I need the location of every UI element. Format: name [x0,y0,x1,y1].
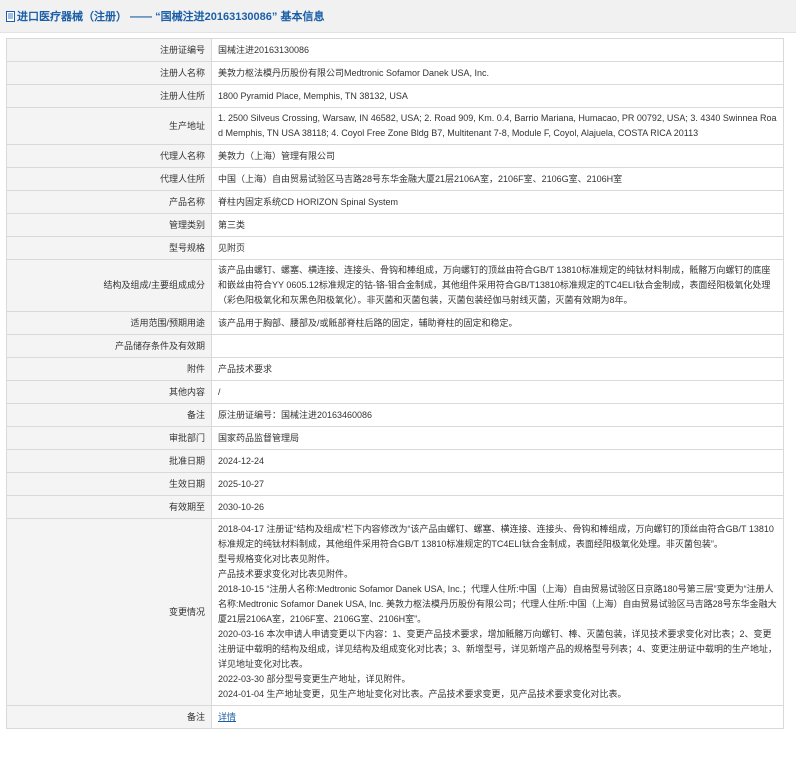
table-row: 其他内容 / [6,380,784,404]
document-icon [6,10,15,22]
field-label: 审批部门 [6,426,212,450]
field-label: 备注 [6,705,212,729]
table-row: 产品名称 脊柱内固定系统CD HORIZON Spinal System [6,190,784,214]
field-value: 1800 Pyramid Place, Memphis, TN 38132, U… [211,84,784,108]
field-label: 型号规格 [6,236,212,260]
field-value: 国械注进20163130086 [211,38,784,62]
field-value: 该产品由螺钉、螺塞、横连接、连接头、骨钩和棒组成，万向螺钉的顶丝由符合GB/T … [211,259,784,312]
field-label: 生产地址 [6,107,212,145]
field-value: 该产品用于胸部、腰部及/或骶部脊柱后路的固定，辅助脊柱的固定和稳定。 [211,311,784,335]
field-value: 2030-10-26 [211,495,784,519]
field-value: 2024-12-24 [211,449,784,473]
table-row: 型号规格 见附页 [6,236,784,260]
field-label: 结构及组成/主要组成成分 [6,259,212,312]
table-row: 注册人名称 美敦力枢法模丹历股份有限公司Medtronic Sofamor Dan… [6,61,784,85]
changes-row: 变更情况 2018-04-17 注册证“结构及组成”栏下内容修改为“该产品由螺钉… [6,518,784,706]
table-row: 生效日期 2025-10-27 [6,472,784,496]
changes-value: 2018-04-17 注册证“结构及组成”栏下内容修改为“该产品由螺钉、螺塞、横… [211,518,784,706]
change-entry: 产品技术要求变化对比表见附件。 [218,569,354,579]
field-label: 代理人名称 [6,144,212,168]
details-link[interactable]: 详情 [218,712,236,722]
change-entry: 2018-04-17 注册证“结构及组成”栏下内容修改为“该产品由螺钉、螺塞、横… [218,524,774,549]
field-value: 国家药品监督管理局 [211,426,784,450]
change-entry: 2022-03-30 部分型号变更生产地址，详见附件。 [218,674,411,684]
field-value: 详情 [211,705,784,729]
field-value: 美敦力（上海）管理有限公司 [211,144,784,168]
field-value: 1. 2500 Silveus Crossing, Warsaw, IN 465… [211,107,784,145]
change-entry: 2018-10-15 “注册人名称:Medtronic Sofamor Dane… [218,584,777,624]
table-row: 代理人名称 美敦力（上海）管理有限公司 [6,144,784,168]
table-row: 审批部门 国家药品监督管理局 [6,426,784,450]
table-row: 备注 原注册证编号：国械注进20163460086 [6,403,784,427]
table-row: 生产地址 1. 2500 Silveus Crossing, Warsaw, IN… [6,107,784,145]
field-label: 附件 [6,357,212,381]
table-row: 有效期至 2030-10-26 [6,495,784,519]
field-label: 注册人住所 [6,84,212,108]
field-label: 代理人住所 [6,167,212,191]
table-row: 注册证编号 国械注进20163130086 [6,38,784,62]
info-table: 注册证编号 国械注进20163130086 注册人名称 美敦力枢法模丹历股份有限公司… [6,38,784,729]
field-label: 注册人名称 [6,61,212,85]
field-label: 其他内容 [6,380,212,404]
change-entry: 2024-01-04 生产地址变更，见生产地址变化对比表。产品技术要求变更，见产… [218,689,627,699]
field-value: 脊柱内固定系统CD HORIZON Spinal System [211,190,784,214]
table-row: 结构及组成/主要组成成分 该产品由螺钉、螺塞、横连接、连接头、骨钩和棒组成，万向螺… [6,259,784,312]
field-value: 中国（上海）自由贸易试验区马吉路28号东华金融大厦21层2106A室，2106F… [211,167,784,191]
change-entry: 2020-03-16 本次申请人申请变更以下内容：1、变更产品技术要求，增加骶髂… [218,629,778,669]
field-value: 美敦力枢法模丹历股份有限公司Medtronic Sofamor Danek US… [211,61,784,85]
changes-label: 变更情况 [6,518,212,706]
field-value: / [211,380,784,404]
field-label: 批准日期 [6,449,212,473]
field-value: 原注册证编号：国械注进20163460086 [211,403,784,427]
field-label: 注册证编号 [6,38,212,62]
table-row: 备注 详情 [6,705,784,729]
field-label: 产品名称 [6,190,212,214]
table-row: 适用范围/预期用途 该产品用于胸部、腰部及/或骶部脊柱后路的固定，辅助脊柱的固定和… [6,311,784,335]
field-value [211,334,784,358]
field-label: 有效期至 [6,495,212,519]
table-row: 管理类别 第三类 [6,213,784,237]
field-label: 生效日期 [6,472,212,496]
field-value: 2025-10-27 [211,472,784,496]
field-value: 第三类 [211,213,784,237]
field-label: 备注 [6,403,212,427]
field-label: 适用范围/预期用途 [6,311,212,335]
table-row: 产品储存条件及有效期 [6,334,784,358]
change-entry: 型号规格变化对比表见附件。 [218,554,336,564]
page-header: 进口医疗器械（注册） —— “国械注进20163130086” 基本信息 [0,0,796,33]
field-label: 管理类别 [6,213,212,237]
field-value: 见附页 [211,236,784,260]
table-row: 注册人住所 1800 Pyramid Place, Memphis, TN 381… [6,84,784,108]
table-row: 代理人住所 中国（上海）自由贸易试验区马吉路28号东华金融大厦21层2106A室，… [6,167,784,191]
field-label: 产品储存条件及有效期 [6,334,212,358]
table-row: 附件 产品技术要求 [6,357,784,381]
field-value: 产品技术要求 [211,357,784,381]
page-title: 进口医疗器械（注册） —— “国械注进20163130086” 基本信息 [17,11,325,23]
table-row: 批准日期 2024-12-24 [6,449,784,473]
